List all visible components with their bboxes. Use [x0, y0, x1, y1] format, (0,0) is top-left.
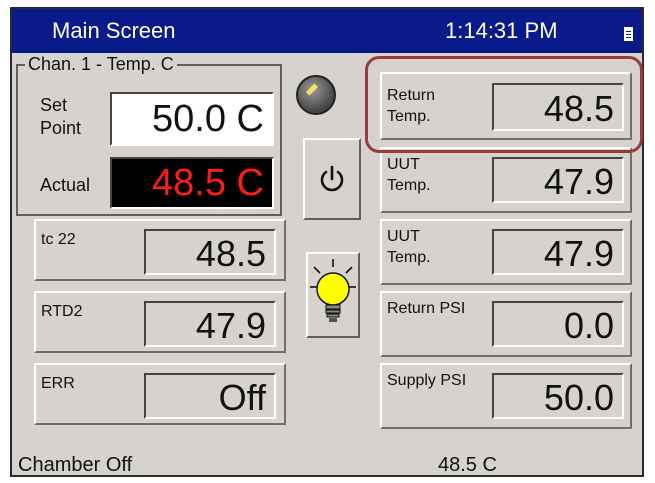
tile-label: RTD2	[41, 303, 83, 320]
power-icon	[320, 165, 344, 192]
tile-value: 47.9	[543, 161, 614, 202]
tile-label: UUT Temp.	[387, 228, 431, 266]
tile-display: Off	[144, 373, 276, 419]
tile-label: tc 22	[41, 231, 76, 248]
tile-value: 0.0	[563, 305, 614, 346]
tile-value: 47.9	[195, 305, 266, 346]
actual-display: 48.5 C	[110, 157, 274, 209]
knob-icon[interactable]	[296, 75, 336, 115]
clock: 1:14:31 PM	[445, 18, 558, 43]
tile-display: 0.0	[492, 301, 624, 347]
status-temperature: 48.5 C	[438, 454, 497, 476]
tile-display: 50.0	[492, 373, 624, 419]
tile-value: Off	[218, 377, 266, 418]
tile-value: 50.0	[543, 377, 614, 418]
reading-tile-supply-psi[interactable]: Supply PSI 50.0	[380, 363, 632, 429]
tile-value: 48.5	[195, 233, 266, 274]
actual-label: Actual	[40, 175, 91, 195]
reading-tile-return-psi[interactable]: Return PSI 0.0	[380, 291, 632, 357]
actual-value: 48.5 C	[152, 162, 264, 204]
title-bar: Main Screen 1:14:31 PM	[12, 9, 642, 53]
power-button[interactable]	[303, 138, 361, 220]
screen-title: Main Screen	[52, 18, 176, 43]
reading-tile-uut-temp-2[interactable]: UUT Temp. 47.9	[380, 219, 632, 285]
set-point-field[interactable]: 50.0 C	[110, 92, 274, 146]
tile-display: 48.5	[144, 229, 276, 275]
light-button[interactable]	[306, 252, 360, 338]
tile-display: 47.9	[492, 229, 624, 275]
tile-label: Return PSI	[387, 300, 466, 317]
reading-tile-err[interactable]: ERR Off	[34, 363, 286, 425]
set-point-value: 50.0 C	[152, 98, 264, 140]
light-bulb-icon	[310, 259, 356, 322]
tile-display: 47.9	[144, 301, 276, 347]
chamber-status: Chamber Off	[18, 454, 133, 476]
tile-display: 47.9	[492, 157, 624, 203]
return-temp-highlight	[365, 56, 643, 153]
tile-label: UUT Temp.	[387, 156, 431, 194]
knob-marker	[305, 83, 319, 96]
channel-group-label: Chan. 1 - Temp. C	[25, 54, 177, 75]
reading-tile-uut-temp-1[interactable]: UUT Temp. 47.9	[380, 147, 632, 213]
tile-label: Supply PSI	[387, 372, 467, 389]
reading-tile-rtd2[interactable]: RTD2 47.9	[34, 291, 286, 353]
tile-value: 47.9	[543, 233, 614, 274]
reading-tile-tc22[interactable]: tc 22 48.5	[34, 219, 286, 281]
tile-label: ERR	[41, 375, 75, 392]
keyboard-icon[interactable]	[624, 27, 633, 41]
set-point-label: Set Point	[40, 95, 82, 138]
